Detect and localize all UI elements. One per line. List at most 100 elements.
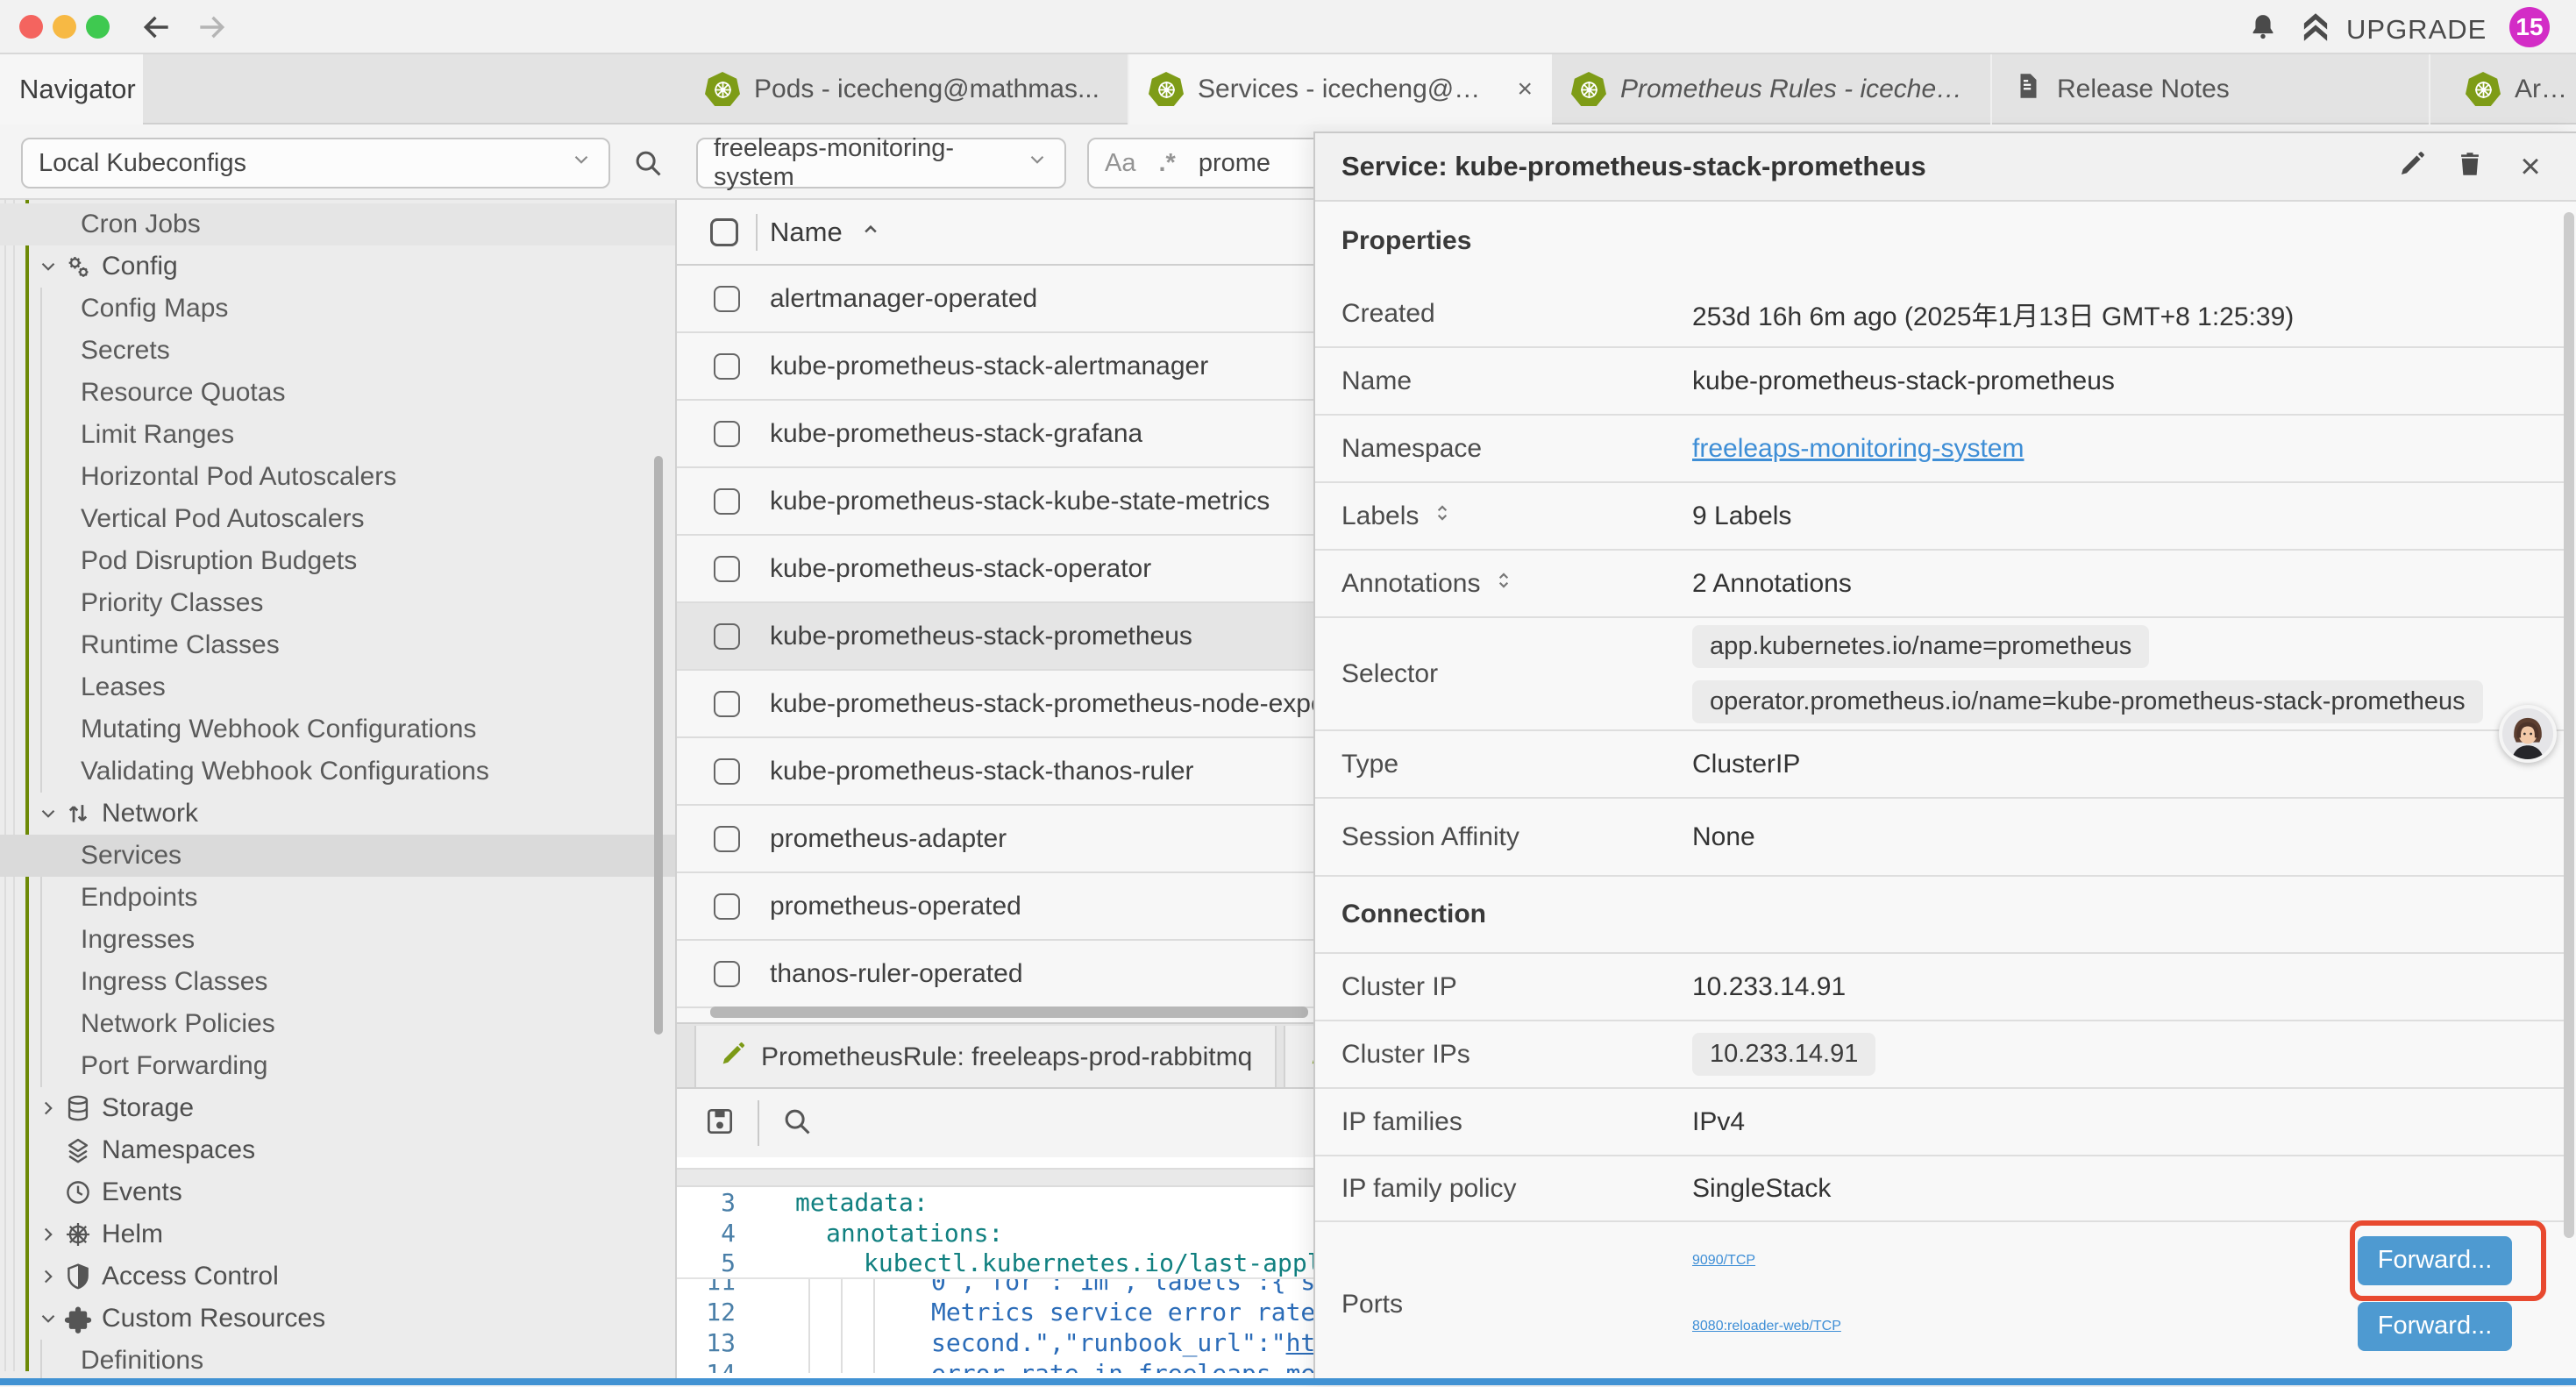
regex-icon[interactable]: .* [1158,149,1175,178]
sidebar-item-storage[interactable]: Storage [0,1087,675,1129]
notifications-bell-icon[interactable] [2246,11,2280,44]
chevron-right-icon[interactable] [37,1263,63,1290]
row-checkbox[interactable] [714,353,740,380]
chevron-right-icon[interactable] [37,1095,63,1121]
sidebar-item-ingress-classes[interactable]: Ingress Classes [0,961,675,1003]
app-tab[interactable]: Argo Se [2446,54,2576,124]
sidebar-item-pod-disruption-budgets[interactable]: Pod Disruption Budgets [0,540,675,582]
chevron-down-icon[interactable] [37,1305,63,1332]
chevron-down-icon[interactable] [37,800,63,827]
code-link[interactable]: https://net [1286,1328,1315,1357]
sidebar-item-config-maps[interactable]: Config Maps [0,288,675,330]
sidebar-item-priority-classes[interactable]: Priority Classes [0,582,675,624]
sort-updown-icon[interactable] [1431,501,1454,531]
row-checkbox[interactable] [714,893,740,920]
sidebar-scrollbar[interactable] [654,456,663,1035]
table-row[interactable]: kube-prometheus-stack-prometheus [677,603,1315,671]
table-row[interactable]: kube-prometheus-stack-kube-state-metrics [677,468,1315,536]
row-checkbox[interactable] [714,623,740,650]
app-tab[interactable]: Pods - icecheng@mathmas... [686,54,1129,124]
sidebar-item-validating-webhook-configurations[interactable]: Validating Webhook Configurations [0,750,675,793]
delete-trash-icon[interactable] [2455,149,2490,184]
namespace-selector[interactable]: freeleaps-monitoring-system [696,138,1066,188]
dock-tab[interactable] [1284,1026,1315,1089]
sidebar-item-network[interactable]: Network [0,793,675,835]
app-tab[interactable]: Prometheus Rules - icecheng... [1552,54,1992,124]
upgrade-button[interactable]: UPGRADE [2297,9,2487,50]
table-row[interactable]: kube-prometheus-stack-grafana [677,401,1315,468]
port-link[interactable]: 8080:reloader-web/TCP [1692,1319,1841,1334]
edit-pencil-icon[interactable] [2397,149,2432,184]
table-horizontal-scrollbar[interactable] [710,1006,1308,1018]
chevron-down-icon[interactable] [37,253,63,280]
kubeconfig-selector[interactable]: Local Kubeconfigs [21,138,610,188]
port-link[interactable]: 9090/TCP [1692,1253,1755,1269]
namespace-link[interactable]: freeleaps-monitoring-system [1692,434,2024,464]
sidebar-item-secrets[interactable]: Secrets [0,330,675,372]
forward-button[interactable]: Forward... [2358,1302,2512,1351]
sidebar-item-limit-ranges[interactable]: Limit Ranges [0,414,675,456]
navigator-panel-tab[interactable]: Navigator [0,54,143,124]
row-checkbox[interactable] [714,488,740,515]
yaml-editor[interactable]: 3metadata:4annotations:5kubectl.kubernet… [677,1187,1315,1373]
maximize-window-button[interactable] [86,15,110,39]
app-tab[interactable]: Services - icecheng@math...× [1129,54,1552,124]
sidebar-item-ingresses[interactable]: Ingresses [0,919,675,961]
row-checkbox[interactable] [714,286,740,312]
forward-arrow-icon[interactable] [195,11,228,44]
sidebar-item-events[interactable]: Events [0,1171,675,1213]
sidebar-item-port-forwarding[interactable]: Port Forwarding [0,1045,675,1087]
close-tab-icon[interactable]: × [1517,75,1533,104]
sidebar-item-network-policies[interactable]: Network Policies [0,1003,675,1045]
sidebar-item-cron-jobs[interactable]: Cron Jobs [0,203,675,245]
match-case-icon[interactable]: Aa [1105,149,1135,178]
name-column-header[interactable]: Name [770,217,883,248]
sort-updown-icon[interactable] [1492,569,1515,599]
minimize-window-button[interactable] [53,15,76,39]
editor-search-icon[interactable] [780,1105,814,1142]
sidebar-item-custom-resources[interactable]: Custom Resources [0,1298,675,1340]
table-row[interactable]: alertmanager-operated [677,266,1315,333]
close-icon[interactable]: × [2513,149,2548,184]
row-checkbox[interactable] [714,421,740,447]
table-row[interactable]: prometheus-operated [677,873,1315,941]
row-checkbox[interactable] [714,826,740,852]
back-arrow-icon[interactable] [140,11,174,44]
table-row[interactable]: kube-prometheus-stack-prometheus-node-ex… [677,671,1315,738]
row-checkbox[interactable] [714,556,740,582]
indent-guide [841,1327,843,1358]
sidebar-item-services[interactable]: Services [0,835,675,877]
navigator-search-icon[interactable] [631,146,665,180]
notification-count-badge[interactable]: 15 [2509,7,2550,47]
dock-tab[interactable]: PrometheusRule: freeleaps-prod-rabbitmq [694,1026,1277,1089]
sidebar-item-endpoints[interactable]: Endpoints [0,877,675,919]
sidebar-item-horizontal-pod-autoscalers[interactable]: Horizontal Pod Autoscalers [0,456,675,498]
table-row[interactable]: kube-prometheus-stack-operator [677,536,1315,603]
row-checkbox[interactable] [714,961,740,987]
detail-scrollbar[interactable] [2564,212,2574,1238]
sidebar-item-definitions[interactable]: Definitions [0,1340,675,1378]
select-all-checkbox[interactable] [710,218,738,246]
sidebar-item-mutating-webhook-configurations[interactable]: Mutating Webhook Configurations [0,708,675,750]
sidebar-item-access-control[interactable]: Access Control [0,1255,675,1298]
sidebar-item-helm[interactable]: Helm [0,1213,675,1255]
sidebar-item-resource-quotas[interactable]: Resource Quotas [0,372,675,414]
app-tab[interactable]: Release Notes [1992,54,2430,124]
sidebar-item-namespaces[interactable]: Namespaces [0,1129,675,1171]
sidebar-item-config[interactable]: Config [0,245,675,288]
sidebar-item-vertical-pod-autoscalers[interactable]: Vertical Pod Autoscalers [0,498,675,540]
table-row[interactable]: prometheus-adapter [677,806,1315,873]
save-icon[interactable] [703,1105,737,1142]
close-window-button[interactable] [19,15,43,39]
table-row[interactable]: kube-prometheus-stack-thanos-ruler [677,738,1315,806]
row-checkbox[interactable] [714,758,740,785]
forward-button[interactable]: Forward... [2358,1236,2512,1285]
sidebar-item-leases[interactable]: Leases [0,666,675,708]
table-row[interactable]: thanos-ruler-operated [677,941,1315,1008]
assistant-avatar[interactable] [2499,705,2557,763]
table-row[interactable]: kube-prometheus-stack-alertmanager [677,333,1315,401]
row-checkbox[interactable] [714,691,740,717]
editor-scroll-strip[interactable] [677,1168,1315,1187]
sidebar-item-runtime-classes[interactable]: Runtime Classes [0,624,675,666]
chevron-right-icon[interactable] [37,1221,63,1248]
